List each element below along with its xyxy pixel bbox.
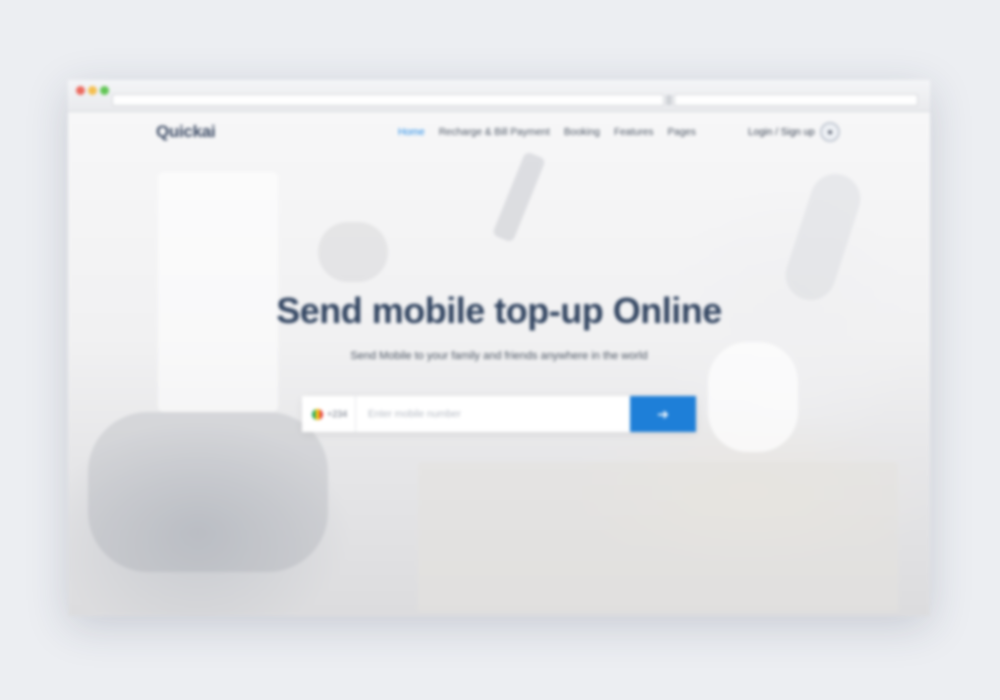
nav-links: Home Recharge & Bill Payment Booking Fea…	[398, 127, 696, 138]
nav-link-booking[interactable]: Booking	[564, 127, 600, 138]
browser-window: Quickai Home Recharge & Bill Payment Boo…	[68, 80, 930, 616]
browser-toolbar	[68, 80, 930, 112]
continue-button[interactable]: ➜	[630, 396, 696, 432]
minimize-window-icon[interactable]	[88, 86, 97, 95]
mobile-number-input[interactable]	[356, 396, 630, 432]
country-code-label: +234	[327, 409, 348, 419]
topup-search-form: +234 ➜	[302, 396, 696, 432]
login-signup-link[interactable]: Login / Sign up	[748, 127, 815, 138]
hero-subtitle: Send Mobile to your family and friends a…	[350, 350, 648, 362]
hero-title: Send mobile top-up Online	[276, 290, 722, 331]
arrow-right-icon: ➜	[657, 405, 669, 422]
site-logo[interactable]: Quickai	[156, 122, 216, 142]
nav-link-features[interactable]: Features	[614, 127, 653, 138]
nav-link-recharge[interactable]: Recharge & Bill Payment	[439, 127, 550, 138]
address-bar[interactable]	[112, 94, 664, 106]
close-window-icon[interactable]	[76, 86, 85, 95]
background-desk-shape	[418, 462, 898, 612]
user-avatar-icon[interactable]: ●	[820, 122, 840, 142]
nav-link-home[interactable]: Home	[398, 127, 425, 138]
reload-icon[interactable]	[666, 95, 672, 105]
background-chair-shape	[88, 412, 328, 572]
country-flag-icon	[312, 408, 323, 420]
background-lamp-shape	[491, 151, 547, 243]
background-plant-shape	[779, 167, 867, 307]
country-code-select[interactable]: +234	[302, 396, 356, 432]
background-cup-shape	[318, 222, 388, 282]
landing-page: Quickai Home Recharge & Bill Payment Boo…	[68, 112, 930, 616]
browser-search-bar[interactable]	[674, 94, 918, 106]
top-navigation: Quickai Home Recharge & Bill Payment Boo…	[68, 112, 930, 154]
maximize-window-icon[interactable]	[100, 86, 109, 95]
nav-link-pages[interactable]: Pages	[667, 127, 695, 138]
